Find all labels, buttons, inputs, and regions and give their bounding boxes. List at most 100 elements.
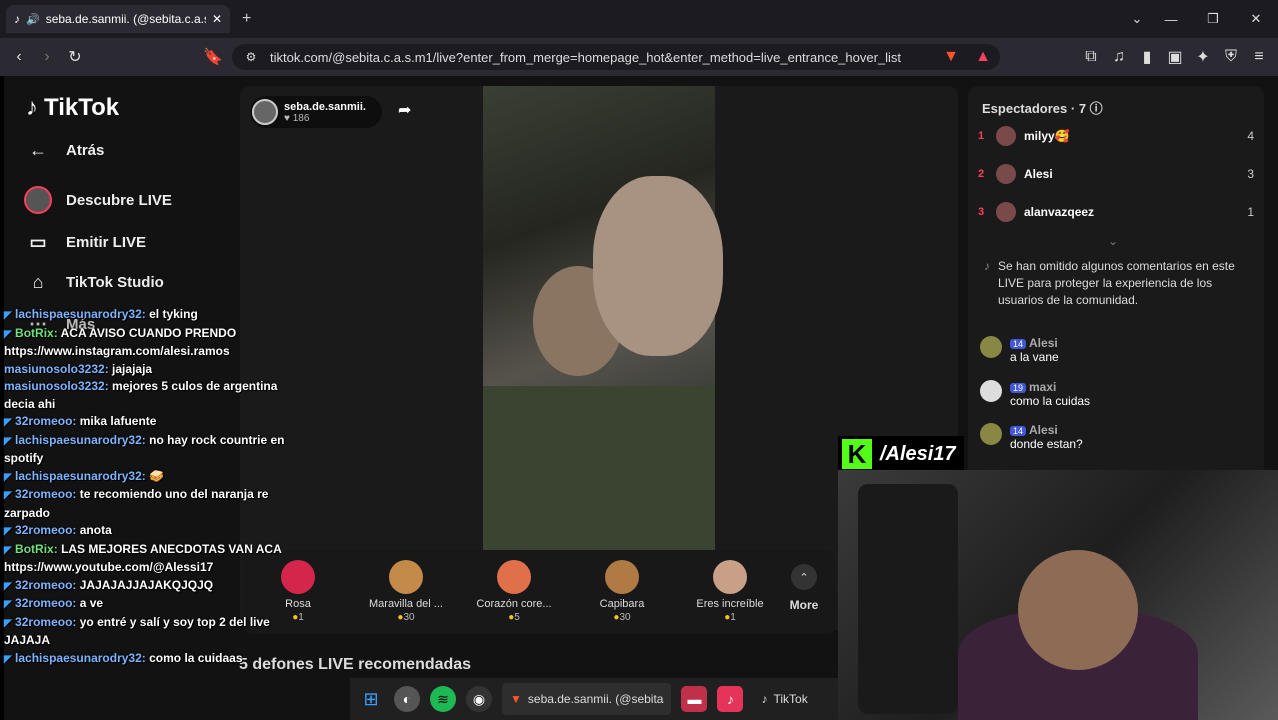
tiktok-favicon-icon: ♪: [14, 12, 20, 26]
tiktok-note-icon: ♪: [761, 692, 768, 706]
audio-icon[interactable]: 🔊: [26, 13, 40, 26]
tiktok-note-icon: ♪: [984, 259, 990, 273]
chat-badge-icon: ◤: [4, 526, 12, 537]
chat-badge-icon: ◤: [4, 471, 12, 483]
chat-line: ◤ 32romeoo: a ve: [4, 596, 104, 610]
kick-label: K /Alesi17: [838, 436, 964, 472]
taskbar-tiktok-app[interactable]: ♪ TikTok: [753, 683, 815, 715]
share-icon[interactable]: ➦: [398, 100, 411, 120]
address-toolbar: ‹ › ↻ 🔖 tiktok.com/@sebita.c.a.s.m1/live…: [0, 38, 1278, 76]
chat-badge-icon: ◤: [4, 435, 12, 447]
bookmark-icon[interactable]: 🔖: [202, 46, 224, 68]
tiktok-note-icon: ♪: [26, 94, 38, 121]
avatar: [996, 202, 1016, 222]
hamster-gift-icon: [713, 560, 747, 594]
overlay-chat: ◤ lachispaesunarodry32: el tyking ◤ BotR…: [4, 306, 304, 668]
heart-icon: ♥: [284, 112, 290, 124]
sidebar-icon[interactable]: ▮: [1136, 46, 1158, 68]
menu-icon[interactable]: ≡: [1248, 46, 1270, 68]
video-camera-icon: ▭: [29, 231, 47, 252]
tiktok-icon[interactable]: ♪: [717, 686, 744, 712]
chat-line: masiunosolo3232: mejores 5 culos de arge…: [4, 379, 278, 411]
host-likes: 186: [292, 112, 310, 124]
minimize-button[interactable]: —: [1160, 8, 1182, 30]
avatar: [996, 164, 1016, 184]
comment-item[interactable]: 14 Alesi donde estan?: [980, 423, 1250, 451]
chat-line: ◤ lachispaesunarodry32: 🥪: [4, 468, 165, 483]
wallet-icon[interactable]: ▣: [1164, 46, 1186, 68]
gift-item[interactable]: Eres increíble ●1: [676, 560, 784, 623]
chevron-up-icon: ⌃: [791, 564, 817, 590]
windows-start-icon[interactable]: ⊞: [358, 686, 384, 712]
obs-icon[interactable]: ◉: [466, 686, 492, 712]
chat-line: ◤ lachispaesunarodry32: como la cuidaas: [4, 650, 243, 665]
url-text: tiktok.com/@sebita.c.a.s.m1/live?enter_f…: [270, 49, 902, 65]
sidebar-item-go-live[interactable]: ▭ Emitir LIVE: [24, 224, 146, 260]
host-name: seba.de.sanmii.: [284, 100, 366, 113]
gift-item[interactable]: Capibara ●30: [568, 560, 676, 623]
browser-tab[interactable]: ♪ 🔊 seba.de.sanmii. (@sebita.c.a.s ✕: [6, 5, 230, 33]
chat-badge-icon: ◤: [4, 617, 12, 629]
tab-list-chevron-icon[interactable]: ⌄: [1126, 8, 1148, 30]
reload-button[interactable]: ↻: [64, 46, 86, 68]
chat-badge-icon: ◤: [4, 599, 12, 610]
chat-badge-icon: ◤: [4, 544, 12, 556]
extensions-icon[interactable]: ⧉: [1080, 46, 1102, 68]
url-field[interactable]: tiktok.com/@sebita.c.a.s.m1/live?enter_f…: [232, 44, 1000, 70]
moderation-notice: ♪ Se han omitido algunos comentarios en …: [984, 259, 1235, 307]
vpn-icon[interactable]: ⛨: [1220, 46, 1242, 68]
back-button[interactable]: ‹: [8, 46, 30, 68]
close-window-button[interactable]: ✕: [1245, 8, 1267, 30]
tiktok-logo[interactable]: ♪ TikTok: [26, 94, 119, 122]
viewer-row[interactable]: 1 milyy🥰 4: [978, 118, 1254, 154]
forward-button[interactable]: ›: [36, 46, 58, 68]
arrow-left-icon: ←: [29, 139, 47, 160]
avatar: [996, 126, 1016, 146]
taskbar-brave-app[interactable]: ▼ seba.de.sanmii. (@sebita: [502, 683, 672, 715]
studio-icon: ⌂: [32, 271, 44, 292]
site-settings-icon[interactable]: ⚙: [240, 46, 262, 68]
taskbar: ⊞ ◐ ≋ ◉ ▼ seba.de.sanmii. (@sebita ▬ ♪ ♪…: [350, 678, 838, 720]
brave-shields-icon[interactable]: ▼: [940, 46, 962, 68]
gift-item[interactable]: Maravilla del ... ●30: [352, 560, 460, 623]
chat-line: ◤ lachispaesunarodry32: no hay rock coun…: [4, 432, 285, 466]
close-tab-icon[interactable]: ✕: [212, 12, 222, 26]
chat-line: ◤ BotRix: LAS MEJORES ANECDOTAS VAN ACA …: [4, 541, 282, 575]
info-icon[interactable]: ⓘ: [1090, 101, 1103, 116]
media-icon[interactable]: ♫: [1108, 46, 1130, 68]
viewers-title: Espectadores · 7 ⓘ: [982, 101, 1103, 116]
comment-item[interactable]: 19 maxi como la cuidas: [980, 380, 1250, 408]
maximize-button[interactable]: ❐: [1202, 8, 1224, 30]
gifts-more-button[interactable]: ⌃ More: [784, 560, 824, 612]
avatar: [980, 380, 1002, 402]
gift-item[interactable]: Corazón core... ●5: [460, 560, 568, 623]
comment-item[interactable]: 14 Alesi a la vane: [980, 336, 1250, 364]
sidebar-item-discover-live[interactable]: Descubre LIVE: [24, 182, 172, 218]
live-video[interactable]: [483, 86, 723, 550]
expand-chevron-icon[interactable]: ⌄: [1108, 234, 1118, 248]
webcam-face: [1018, 550, 1138, 670]
chat-badge-icon: ◤: [4, 310, 12, 321]
host-card[interactable]: seba.de.sanmii. ♥ 186: [250, 96, 382, 128]
spotify-icon[interactable]: ≋: [430, 686, 456, 712]
leo-icon[interactable]: ✦: [1192, 46, 1214, 68]
chat-line: ◤ 32romeoo: JAJAJAJJAJAKQJQJQ: [4, 577, 214, 592]
app-icon[interactable]: ▬: [681, 686, 708, 712]
host-avatar[interactable]: [252, 99, 278, 125]
chat-line: ◤ 32romeoo: yo entré y salí y soy top 2 …: [4, 614, 270, 648]
video-person-right: [593, 176, 723, 356]
webcam-overlay: [838, 470, 1278, 720]
chat-badge-icon: ◤: [4, 328, 12, 340]
viewer-row[interactable]: 2 Alesi 3: [978, 156, 1254, 192]
app-icon[interactable]: ◐: [394, 686, 420, 712]
viewer-row[interactable]: 3 alanvazqeez 1: [978, 194, 1254, 230]
sidebar-item-studio[interactable]: ⌂ TikTok Studio: [24, 264, 164, 300]
sidebar-item-back[interactable]: ← Atrás: [24, 132, 104, 168]
kick-logo-icon: K: [842, 439, 872, 469]
new-tab-button[interactable]: +: [242, 10, 251, 28]
brave-icon: ▼: [510, 692, 522, 706]
gift-bar: Rosa ●1 Maravilla del ... ●30 Corazón co…: [244, 550, 836, 634]
brave-rewards-icon[interactable]: ▲: [972, 46, 994, 68]
avatar: [980, 423, 1002, 445]
chat-badge-icon: ◤: [4, 580, 12, 592]
